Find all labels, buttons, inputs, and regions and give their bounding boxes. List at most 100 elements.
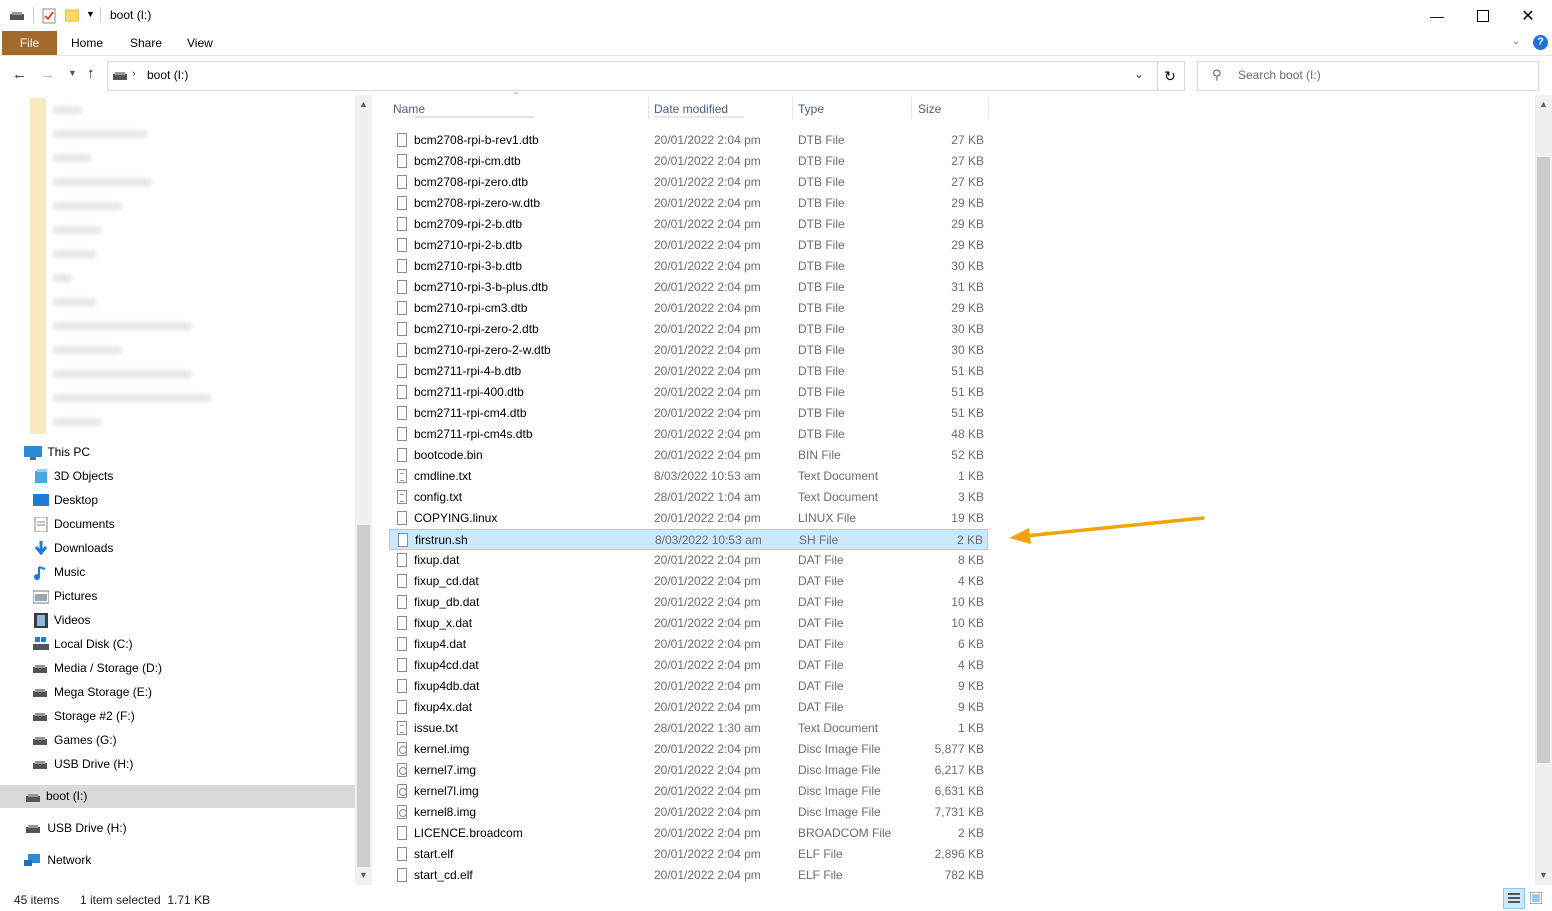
nav-item-music[interactable]: Music [33, 562, 85, 582]
search-input[interactable]: ⚲ Search boot (I:) [1197, 61, 1539, 91]
file-row[interactable]: bcm2710-rpi-2-b.dtb 20/01/2022 2:04 pm DTB… [389, 235, 988, 256]
breadcrumb-separator-icon[interactable]: › [132, 68, 136, 80]
file-row[interactable]: cmdline.txt 8/03/2022 10:53 am Text Docume… [389, 466, 988, 487]
file-row[interactable]: bcm2710-rpi-3-b.dtb 20/01/2022 2:04 pm DTB… [389, 256, 988, 277]
file-row[interactable]: bcm2710-rpi-3-b-plus.dtb 20/01/2022 2:04 … [389, 277, 988, 298]
details-view-button[interactable] [1503, 888, 1525, 909]
file-type: DTB File [798, 217, 845, 231]
scroll-up-icon[interactable]: ▲ [1539, 99, 1548, 109]
file-scroll-thumb[interactable] [1537, 157, 1550, 763]
column-type[interactable]: Type [798, 102, 824, 116]
nav-item-3d-objects[interactable]: 3D Objects [33, 466, 113, 486]
file-size: 2,896 KB [934, 847, 984, 861]
address-dropdown-icon[interactable]: ⌄ [1134, 67, 1144, 81]
file-date: 20/01/2022 2:04 pm [654, 847, 761, 861]
file-row[interactable]: bcm2711-rpi-cm4.dtb 20/01/2022 2:04 pm DTB… [389, 403, 988, 424]
nav-item-mega-storage-e[interactable]: Mega Storage (E:) [33, 682, 152, 702]
file-row[interactable]: kernel7l.img 20/01/2022 2:04 pm Disc Image… [389, 781, 988, 802]
file-size: 48 KB [951, 427, 984, 441]
file-row[interactable]: kernel7.img 20/01/2022 2:04 pm Disc Image … [389, 760, 988, 781]
nav-item-desktop[interactable]: Desktop [33, 490, 98, 510]
column-divider[interactable] [988, 97, 989, 119]
file-row[interactable]: bcm2709-rpi-2-b.dtb 20/01/2022 2:04 pm DTB… [389, 214, 988, 235]
file-row[interactable]: bcm2711-rpi-cm4s.dtb 20/01/2022 2:04 pm DT… [389, 424, 988, 445]
nav-item-documents[interactable]: Documents [33, 514, 115, 534]
scroll-down-icon[interactable]: ▼ [1539, 870, 1548, 880]
nav-usb-drive[interactable]: USB Drive (H:) [26, 818, 127, 838]
file-row[interactable]: fixup4cd.dat 20/01/2022 2:04 pm DAT File 4 … [389, 655, 988, 676]
file-row[interactable]: bcm2710-rpi-zero-2-w.dtb 20/01/2022 2:04 … [389, 340, 988, 361]
address-bar[interactable]: › boot (I:) ⌄ [107, 61, 1158, 91]
file-row[interactable]: fixup_x.dat 20/01/2022 2:04 pm DAT File 10 … [389, 613, 988, 634]
file-row[interactable]: kernel.img 20/01/2022 2:04 pm Disc Image F… [389, 739, 988, 760]
customize-toolbar-icon[interactable]: ▼ [86, 9, 95, 19]
file-row[interactable]: issue.txt 28/01/2022 1:30 am Text Document… [389, 718, 988, 739]
properties-icon[interactable] [42, 8, 56, 24]
file-row[interactable]: fixup.dat 20/01/2022 2:04 pm DAT File 8 KB [389, 550, 988, 571]
close-button[interactable]: ✕ [1505, 0, 1551, 31]
nav-item-usb-drive-h[interactable]: USB Drive (H:) [33, 754, 133, 774]
file-row[interactable]: bcm2708-rpi-cm.dtb 20/01/2022 2:04 pm DTB … [389, 151, 988, 172]
file-row[interactable]: bcm2708-rpi-zero.dtb 20/01/2022 2:04 pm DT… [389, 172, 988, 193]
help-icon[interactable]: ? [1533, 35, 1548, 50]
file-row[interactable]: bootcode.bin 20/01/2022 2:04 pm BIN File 52… [389, 445, 988, 466]
file-row[interactable]: bcm2708-rpi-b-rev1.dtb 20/01/2022 2:04 pm… [389, 130, 988, 151]
file-row[interactable]: kernel8.img 20/01/2022 2:04 pm Disc Image … [389, 802, 988, 823]
file-row[interactable]: start.elf 20/01/2022 2:04 pm ELF File 2,896… [389, 844, 988, 865]
column-name[interactable]: Name [393, 102, 425, 116]
file-row[interactable]: fixup4x.dat 20/01/2022 2:04 pm DAT File 9 K… [389, 697, 988, 718]
nav-item-storage-2-f[interactable]: Storage #2 (F:) [33, 706, 135, 726]
scroll-down-icon[interactable]: ▼ [359, 870, 368, 880]
back-button[interactable]: ← [12, 66, 27, 83]
minimize-button[interactable]: — [1414, 0, 1460, 31]
file-icon [397, 385, 407, 399]
file-row[interactable]: bcm2708-rpi-zero-w.dtb 20/01/2022 2:04 pm… [389, 193, 988, 214]
tab-share[interactable]: Share [116, 31, 176, 55]
file-row[interactable]: bcm2711-rpi-4-b.dtb 20/01/2022 2:04 pm DTB… [389, 361, 988, 382]
file-row[interactable]: start_cd.elf 20/01/2022 2:04 pm ELF File 78… [389, 865, 988, 886]
file-name: bcm2711-rpi-400.dtb [414, 385, 524, 399]
nav-this-pc[interactable]: This PC [24, 442, 90, 462]
file-list-scrollbar[interactable]: ▲ ▼ [1535, 95, 1552, 885]
nav-item-pictures[interactable]: Pictures [32, 586, 97, 606]
up-button[interactable]: ↑ [87, 65, 95, 82]
forward-button[interactable]: → [40, 66, 55, 83]
breadcrumb-boot[interactable]: boot (I:) [147, 68, 188, 82]
file-row-selected[interactable]: firstrun.sh 8/03/2022 10:53 am SH File 2 KB [389, 529, 988, 550]
new-folder-icon[interactable] [65, 8, 79, 22]
file-size: 6 KB [957, 637, 984, 651]
column-date-modified[interactable]: Date modified [654, 102, 728, 116]
file-row[interactable]: bcm2711-rpi-400.dtb 20/01/2022 2:04 pm DTB… [389, 382, 988, 403]
nav-network[interactable]: Network [24, 850, 91, 870]
file-row[interactable]: fixup4.dat 20/01/2022 2:04 pm DAT File 6 KB [389, 634, 988, 655]
nav-boot[interactable]: boot (I:) [0, 785, 355, 808]
file-row[interactable]: fixup_cd.dat 20/01/2022 2:04 pm DAT File 4 … [389, 571, 988, 592]
nav-item-local-disk-c[interactable]: Local Disk (C:) [33, 634, 133, 654]
scroll-up-icon[interactable]: ▲ [359, 99, 368, 109]
file-row[interactable]: fixup_db.dat 20/01/2022 2:04 pm DAT File 10… [389, 592, 988, 613]
tab-view[interactable]: View [173, 31, 227, 55]
large-icons-view-button[interactable] [1527, 889, 1545, 907]
tab-home[interactable]: Home [57, 31, 117, 55]
file-row[interactable]: bcm2710-rpi-zero-2.dtb 20/01/2022 2:04 pm… [389, 319, 988, 340]
file-size: 29 KB [951, 217, 984, 231]
maximize-button[interactable] [1460, 0, 1506, 31]
expand-ribbon-icon[interactable]: ⌄ [1512, 36, 1520, 47]
recent-locations-icon[interactable]: ▼ [68, 68, 77, 78]
nav-item-media-storage-d[interactable]: Media / Storage (D:) [33, 658, 162, 678]
nav-item-videos[interactable]: Videos [33, 610, 90, 630]
nav-item-downloads[interactable]: Downloads [33, 538, 113, 558]
music-icon [34, 566, 46, 581]
nav-scroll-thumb[interactable] [357, 525, 370, 867]
nav-scrollbar[interactable]: ▲ ▼ [355, 95, 372, 885]
file-row[interactable]: LICENCE.broadcom 20/01/2022 2:04 pm BROADC… [389, 823, 988, 844]
file-row[interactable]: bcm2710-rpi-cm3.dtb 20/01/2022 2:04 pm DTB… [389, 298, 988, 319]
column-size[interactable]: Size [918, 102, 941, 116]
file-name: bcm2708-rpi-zero-w.dtb [414, 196, 541, 210]
file-row[interactable]: fixup4db.dat 20/01/2022 2:04 pm DAT File 9 … [389, 676, 988, 697]
file-row[interactable]: COPYING.linux 20/01/2022 2:04 pm LINUX Fil… [389, 508, 988, 529]
refresh-button[interactable]: ↻ [1156, 61, 1185, 91]
tab-file[interactable]: File [2, 31, 57, 55]
nav-item-games-g[interactable]: Games (G:) [33, 730, 117, 750]
file-row[interactable]: config.txt 28/01/2022 1:04 am Text Documen… [389, 487, 988, 508]
